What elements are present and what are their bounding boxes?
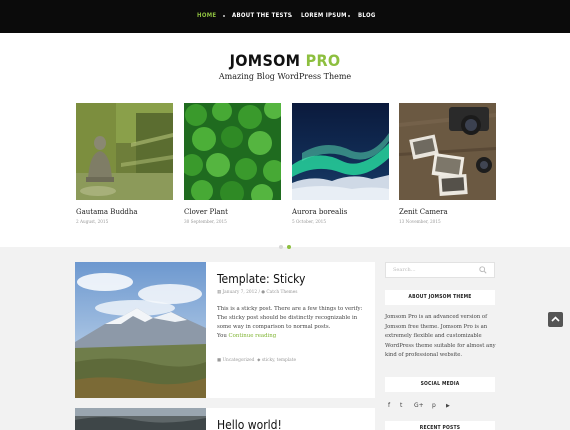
zenit-camera-image[interactable] bbox=[399, 103, 496, 200]
google-plus-icon[interactable]: G+ bbox=[414, 402, 424, 409]
slide-title[interactable]: Clover Plant bbox=[184, 208, 281, 216]
nav-item-lorem-ipsum[interactable]: LOREM IPSUM bbox=[301, 12, 347, 20]
post-excerpt: This is a sticky post. There are a few t… bbox=[217, 305, 367, 341]
buddha-statue-image[interactable] bbox=[76, 103, 173, 200]
widget-title-recent-posts: RECENT POSTS bbox=[385, 421, 495, 430]
featured-slide[interactable]: Zenit Camera 13 November, 2015 bbox=[399, 103, 496, 224]
nav-separator bbox=[223, 15, 225, 17]
pinterest-icon[interactable]: p bbox=[432, 402, 436, 409]
chevron-up-icon bbox=[551, 316, 560, 322]
featured-slide[interactable]: Gautama Buddha 2 August, 2015 bbox=[76, 103, 173, 224]
featured-slide[interactable]: Aurora borealis 5 October, 2015 bbox=[292, 103, 389, 224]
post-category[interactable]: Uncategorized bbox=[222, 358, 254, 363]
post-title[interactable]: Hello world! bbox=[217, 418, 282, 430]
read-more-prefix: You bbox=[217, 333, 227, 339]
tag-icon: ◆ bbox=[257, 358, 261, 363]
search-placeholder: Search... bbox=[393, 267, 416, 273]
nav-item-blog[interactable]: BLOG bbox=[358, 12, 376, 20]
aurora-borealis-image[interactable] bbox=[292, 103, 389, 200]
slide-title[interactable]: Gautama Buddha bbox=[76, 208, 173, 216]
slide-date: 13 November, 2015 bbox=[399, 219, 441, 224]
slide-date: 2 August, 2015 bbox=[76, 219, 109, 224]
post-meta: ▦ January 7, 2012 / ● Catch Themes bbox=[217, 290, 298, 295]
post-date[interactable]: January 7, 2012 bbox=[222, 290, 257, 295]
scroll-to-top-button[interactable] bbox=[548, 312, 563, 327]
post-title[interactable]: Template: Sticky bbox=[217, 272, 305, 286]
calendar-icon: ▦ bbox=[217, 290, 222, 295]
slide-title[interactable]: Aurora borealis bbox=[292, 208, 389, 216]
widget-title-social: SOCIAL MEDIA bbox=[385, 377, 495, 392]
top-navigation: HOME ABOUT THE TESTS LOREM IPSUM BLOG bbox=[0, 0, 570, 33]
folder-icon: ■ bbox=[217, 358, 222, 363]
about-text: Jomsom Pro is an advanced version of Jom… bbox=[385, 314, 496, 358]
post-card: Template: Sticky ▦ January 7, 2012 / ● C… bbox=[75, 262, 375, 398]
nav-separator bbox=[348, 15, 350, 17]
slider-dot[interactable] bbox=[279, 245, 283, 249]
site-title[interactable]: JOMSOM PRO bbox=[0, 51, 570, 70]
author-icon: ● bbox=[261, 290, 266, 295]
twitter-icon[interactable]: t bbox=[400, 402, 402, 409]
facebook-icon[interactable]: f bbox=[388, 402, 390, 409]
post-footer-meta: ■ Uncategorized ◆ sticky, template bbox=[217, 358, 296, 363]
slide-date: 30 September, 2015 bbox=[184, 219, 227, 224]
site-title-accent: PRO bbox=[305, 51, 341, 70]
continue-reading-link[interactable]: Continue reading bbox=[229, 333, 277, 339]
search-icon[interactable] bbox=[479, 266, 487, 274]
slide-title[interactable]: Zenit Camera bbox=[399, 208, 496, 216]
slider-pagination bbox=[279, 234, 295, 253]
widget-title-about: ABOUT JOMSOM THEME bbox=[385, 290, 495, 305]
nav-item-about-the-tests[interactable]: ABOUT THE TESTS bbox=[232, 12, 292, 20]
post-author[interactable]: Catch Themes bbox=[266, 290, 297, 295]
post-excerpt-text: This is a sticky post. There are a few t… bbox=[217, 306, 363, 330]
slider-dot-active[interactable] bbox=[287, 245, 291, 249]
site-header: JOMSOM PRO Amazing Blog WordPress Theme … bbox=[0, 33, 570, 249]
nav-separator bbox=[290, 15, 292, 17]
slide-date: 5 October, 2015 bbox=[292, 219, 326, 224]
search-input[interactable]: Search... bbox=[385, 262, 495, 278]
post-tags[interactable]: sticky, template bbox=[262, 358, 296, 363]
site-tagline: Amazing Blog WordPress Theme bbox=[218, 72, 352, 81]
youtube-icon[interactable]: ▶ bbox=[446, 403, 450, 409]
post-card: Hello world! bbox=[75, 408, 375, 430]
post-featured-image[interactable] bbox=[75, 408, 206, 430]
post-featured-image[interactable] bbox=[75, 262, 206, 398]
site-title-main: JOMSOM bbox=[229, 51, 301, 70]
featured-slide[interactable]: Clover Plant 30 September, 2015 bbox=[184, 103, 281, 224]
nav-item-home[interactable]: HOME bbox=[197, 12, 216, 20]
clover-plant-image[interactable] bbox=[184, 103, 281, 200]
